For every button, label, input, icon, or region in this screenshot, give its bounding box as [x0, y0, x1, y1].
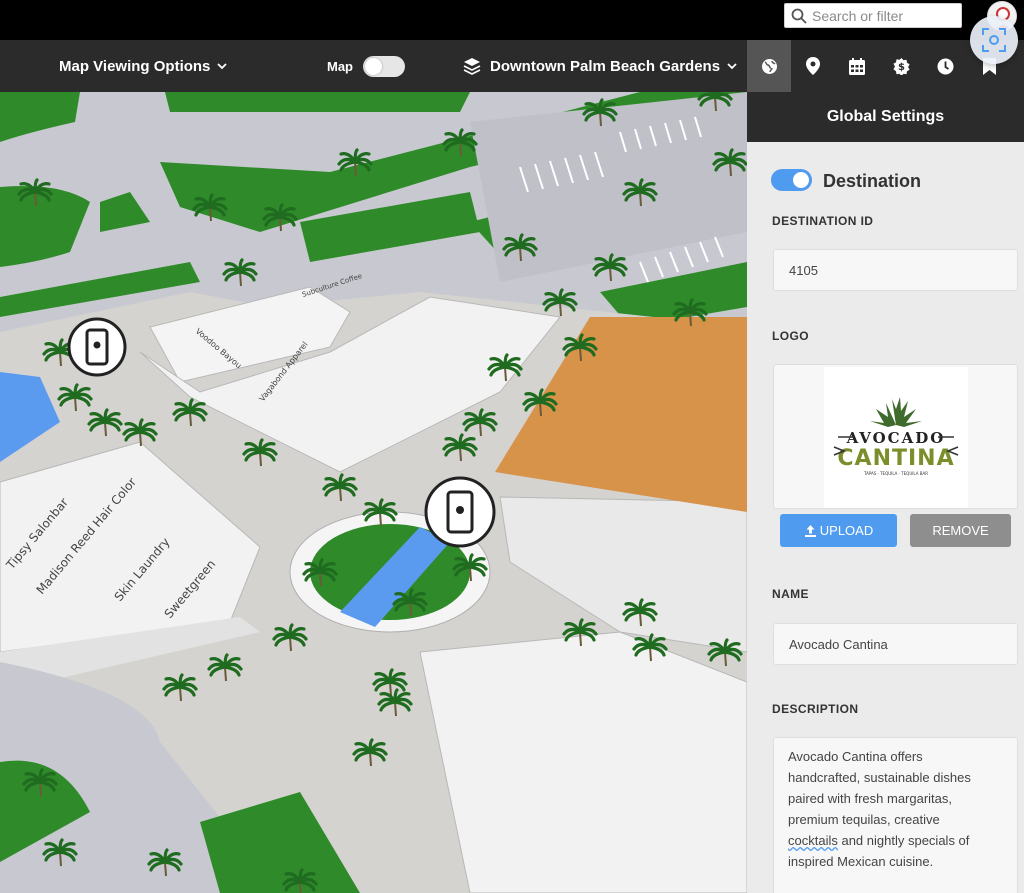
map-drawing: Subculture Coffee Voodoo Bayou Vagabond …	[0, 92, 747, 893]
search-box[interactable]	[784, 3, 962, 28]
description-field[interactable]: Avocado Cantina offers handcrafted, sust…	[773, 737, 1018, 893]
description-line: Avocado Cantina offers	[788, 749, 923, 764]
destination-id-field[interactable]: 4105	[773, 249, 1018, 291]
top-bar	[0, 0, 1024, 40]
panel-title: Global Settings	[747, 92, 1024, 142]
map-pin-icon	[806, 57, 820, 75]
description-line: handcrafted, sustainable dishes	[788, 770, 971, 785]
tab-global[interactable]	[747, 40, 791, 92]
map-canvas[interactable]: Subculture Coffee Voodoo Bayou Vagabond …	[0, 92, 747, 893]
map-viewing-options-label: Map Viewing Options	[59, 57, 211, 75]
screenshot-tool-button[interactable]	[970, 16, 1018, 64]
search-icon	[791, 8, 807, 24]
logo-text-bottom: CANTINA	[837, 446, 954, 471]
remove-button[interactable]: REMOVE	[910, 514, 1011, 547]
location-label: Downtown Palm Beach Gardens	[490, 57, 721, 75]
upload-label: UPLOAD	[819, 523, 874, 538]
map-viewing-options-dropdown[interactable]: Map Viewing Options	[59, 40, 228, 92]
tab-hours[interactable]	[923, 40, 967, 92]
dollar-icon: $	[892, 57, 910, 75]
clock-icon	[937, 58, 953, 74]
description-label: DESCRIPTION	[772, 702, 859, 716]
globe-icon	[761, 58, 777, 74]
chevron-down-icon	[727, 62, 737, 69]
name-label: NAME	[772, 587, 809, 601]
location-dropdown[interactable]: Downtown Palm Beach Gardens	[463, 40, 737, 92]
logo-image: AVOCADO CANTINA TAPAS · TEQUILA · TEQUIL…	[824, 367, 968, 508]
map-toggle-label: Map	[327, 58, 353, 74]
nav-bar: Map Viewing Options Map Downtown Palm Be…	[0, 40, 1024, 92]
description-line: premium tequilas, creative	[788, 812, 940, 827]
spellcheck-word: cocktails	[788, 833, 838, 848]
destination-toggle-label: Destination	[823, 171, 922, 191]
search-input[interactable]	[812, 7, 952, 24]
kiosk-marker[interactable]	[424, 476, 496, 548]
description-line: inspired Mexican cuisine.	[788, 854, 934, 869]
tab-events[interactable]	[835, 40, 879, 92]
description-line: paired with fresh margaritas,	[788, 791, 953, 806]
destination-id-label: DESTINATION ID	[772, 214, 874, 228]
tab-deals[interactable]: $	[879, 40, 923, 92]
upload-icon	[804, 525, 816, 537]
calendar-icon	[849, 57, 865, 75]
logo-text-top: AVOCADO	[846, 429, 946, 447]
tab-location[interactable]	[791, 40, 835, 92]
logo-tagline: TAPAS · TEQUILA · TEQUILA BAR	[863, 471, 928, 476]
destination-toggle[interactable]	[771, 169, 812, 191]
global-settings-panel: Global Settings Destination DESTINATION …	[747, 92, 1024, 893]
description-line-rest: nightly specials of	[866, 833, 970, 848]
upload-button[interactable]: UPLOAD	[780, 514, 897, 547]
layers-icon	[463, 58, 481, 75]
map-toggle[interactable]	[363, 55, 405, 77]
capture-icon	[982, 28, 1006, 52]
remove-label: REMOVE	[932, 523, 989, 538]
logo-label: LOGO	[772, 329, 809, 343]
map-toggle-group: Map	[327, 40, 405, 92]
svg-text:$: $	[898, 62, 905, 73]
description-line: cocktails and nightly specials of	[788, 833, 970, 848]
chevron-down-icon	[217, 62, 228, 69]
name-field[interactable]: Avocado Cantina	[773, 623, 1018, 665]
logo-preview: AVOCADO CANTINA TAPAS · TEQUILA · TEQUIL…	[773, 364, 1018, 509]
kiosk-marker[interactable]	[67, 317, 127, 377]
